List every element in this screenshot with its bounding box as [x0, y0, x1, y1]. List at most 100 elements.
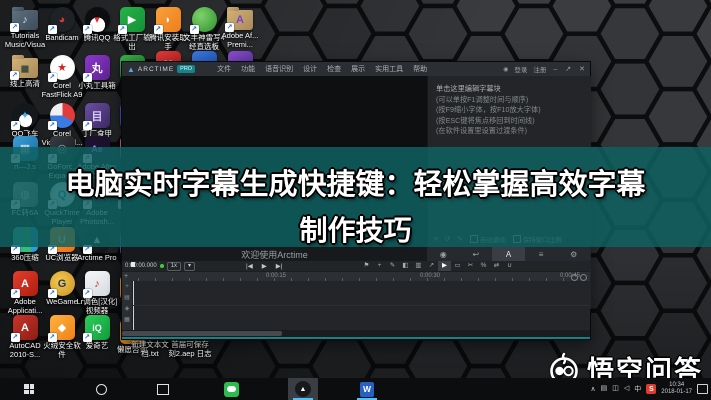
ime-indicator[interactable]: S: [646, 384, 656, 394]
shortcut-arrow-icon: ↗: [48, 289, 57, 298]
track-toolbar-icon[interactable]: ▦: [124, 316, 130, 323]
wechat-app[interactable]: [216, 378, 246, 400]
speed-selector[interactable]: 1x: [167, 262, 181, 271]
desktop-icon-art: ✦↗: [13, 103, 38, 128]
shortcut-arrow-icon: ↗: [48, 73, 57, 82]
notification-center-icon[interactable]: [697, 384, 708, 394]
tray-icon[interactable]: ◁: [624, 384, 629, 394]
tray-chevron-icon[interactable]: ∧: [591, 385, 596, 393]
speed-dropdown[interactable]: ▾: [184, 262, 195, 271]
desktop-icon-art: ♪↗: [85, 271, 110, 296]
track-divider: [133, 305, 590, 306]
text-tab[interactable]: A: [492, 247, 525, 261]
shortcut-arrow-icon: ↗: [83, 121, 92, 130]
minimize-button[interactable]: –: [552, 66, 558, 73]
timeline-tool-icon[interactable]: +: [373, 261, 386, 271]
menubar-item[interactable]: 实用工具: [375, 64, 403, 74]
shortcut-arrow-icon: ↗: [83, 73, 92, 82]
desktop-icon-art: A↗: [227, 10, 253, 30]
playback-buttons: |◀ ▶ ▶|: [246, 262, 282, 270]
desktop-icon[interactable]: A↗Adobe Af... Premi...: [218, 7, 262, 49]
timeline-tool-icon[interactable]: ⚑: [360, 261, 373, 271]
welcome-band: 欢迎使用Arctime: [122, 247, 427, 261]
shortcut-arrow-icon: ↗: [83, 289, 92, 298]
panel-tabbar: ◉↩A≡⚙: [427, 247, 590, 261]
desktop-icon-art: ▾↗: [85, 7, 110, 32]
desktop-icon-art: 目↗: [85, 103, 110, 128]
timeline-tool-icon[interactable]: ✂: [464, 261, 477, 271]
word-app[interactable]: W: [352, 378, 382, 400]
search-button[interactable]: [86, 378, 116, 400]
desktop-icon-label: Lr调色[汉化] 视频器: [75, 298, 119, 315]
menubar-item[interactable]: 帮助: [413, 64, 427, 74]
add-track-icon[interactable]: +: [124, 273, 128, 280]
desktop-icon-art: ◗↗: [156, 7, 181, 32]
pro-badge: PRO: [177, 65, 195, 73]
history-tab[interactable]: ↩: [460, 247, 493, 261]
clock[interactable]: 10:34 2018-01-17: [661, 382, 692, 396]
desktop-icon-art: A↗: [13, 271, 38, 296]
zoom-in-icon[interactable]: [580, 274, 587, 281]
timecode-display: 0:00:00.000: [125, 263, 157, 269]
tip-line: (按ESC键将焦点移回到时间线): [436, 116, 541, 127]
settings-tab[interactable]: ⚙: [557, 247, 590, 261]
desktop-icon-art: G↗: [50, 271, 75, 296]
menubar-item[interactable]: 文件: [217, 64, 231, 74]
track-toolbar-icon[interactable]: ◈: [125, 305, 130, 312]
login-link[interactable]: 登录: [514, 64, 527, 74]
timeline-tool-icon[interactable]: %: [477, 261, 490, 271]
timeline-tool-icon[interactable]: ↗: [425, 261, 438, 271]
system-tray: ∧ ▤ ◫ ◁ 中 S 10:34 2018-01-17: [591, 378, 708, 400]
window-titlebar[interactable]: ▲ ARCTIME PRO 文件功能语音识别设计检查展示实用工具帮助 ◉ 登录 …: [122, 62, 590, 76]
ruler-timecode-label: 0:00:30: [420, 273, 440, 279]
desktop-icon-art: ★↗: [50, 55, 75, 80]
close-button[interactable]: ✕: [578, 65, 586, 73]
menubar-item[interactable]: 功能: [241, 64, 255, 74]
playhead-marker[interactable]: [131, 262, 135, 267]
timeline-tool-icon[interactable]: ∪: [503, 261, 516, 271]
menubar-item[interactable]: 展示: [351, 64, 365, 74]
shortcut-arrow-icon: ↗: [190, 25, 199, 34]
start-button[interactable]: [14, 378, 44, 400]
track-toolbar: + ▤ ◈ ▦: [122, 281, 133, 333]
next-button[interactable]: ▶|: [276, 262, 283, 270]
timeline-tool-icon[interactable]: ⇄: [490, 261, 503, 271]
desktop-icon-label: 小丸工具箱: [75, 82, 119, 91]
timeline-tool-icon[interactable]: ◧: [399, 261, 412, 271]
timeline-tool-icon[interactable]: ✎: [386, 261, 399, 271]
timeline-tool-icon[interactable]: ▶: [438, 261, 451, 271]
menubar-item[interactable]: 语音识别: [265, 64, 293, 74]
shortcut-arrow-icon: ↗: [11, 333, 20, 342]
search-icon: [96, 384, 107, 395]
list-tab[interactable]: ≡: [525, 247, 558, 261]
arctime-app[interactable]: ▲: [288, 378, 318, 400]
desktop-screen: ♪↗Tutorials Music/Visua◕↗Bandicam▾↗腾讯QQ▶…: [0, 0, 711, 400]
ruler-timecode-label: 0:00:15: [266, 273, 286, 279]
preview-tab[interactable]: ◉: [427, 247, 460, 261]
scrollbar-thumb[interactable]: [122, 331, 282, 336]
arctime-logo: ▲ ARCTIME PRO: [127, 65, 195, 74]
timeline-tool-icon[interactable]: ▥: [412, 261, 425, 271]
shortcut-arrow-icon: ↗: [83, 25, 92, 34]
tray-icon[interactable]: ▤: [601, 384, 608, 394]
maximize-button[interactable]: ↗: [564, 65, 572, 73]
desktop-icon-label[interactable]: 首届可保存 刻2.aep 日志: [166, 341, 214, 358]
previous-button[interactable]: |◀: [246, 262, 253, 270]
menubar-item[interactable]: 检查: [327, 64, 341, 74]
shortcut-arrow-icon: ↗: [225, 23, 234, 32]
task-view-button[interactable]: [148, 378, 178, 400]
track-toolbar-icon[interactable]: +: [125, 284, 129, 290]
timeline-scrollbar[interactable]: [122, 330, 590, 337]
wechat-icon: [224, 382, 239, 397]
tray-icon[interactable]: ◫: [612, 384, 619, 394]
arctime-logo-icon: ▲: [127, 65, 135, 74]
shortcut-arrow-icon: ↗: [11, 289, 20, 298]
play-button[interactable]: ▶: [262, 262, 267, 270]
tray-icon[interactable]: 中: [634, 384, 641, 394]
timeline-tool-icon[interactable]: ▭: [451, 261, 464, 271]
welcome-text: 欢迎使用Arctime: [241, 248, 308, 261]
timeline-area[interactable]: + ▤ ◈ ▦: [122, 281, 590, 330]
menubar-item[interactable]: 设计: [303, 64, 317, 74]
register-link[interactable]: 注册: [533, 64, 546, 74]
track-toolbar-icon[interactable]: ▤: [124, 294, 130, 301]
